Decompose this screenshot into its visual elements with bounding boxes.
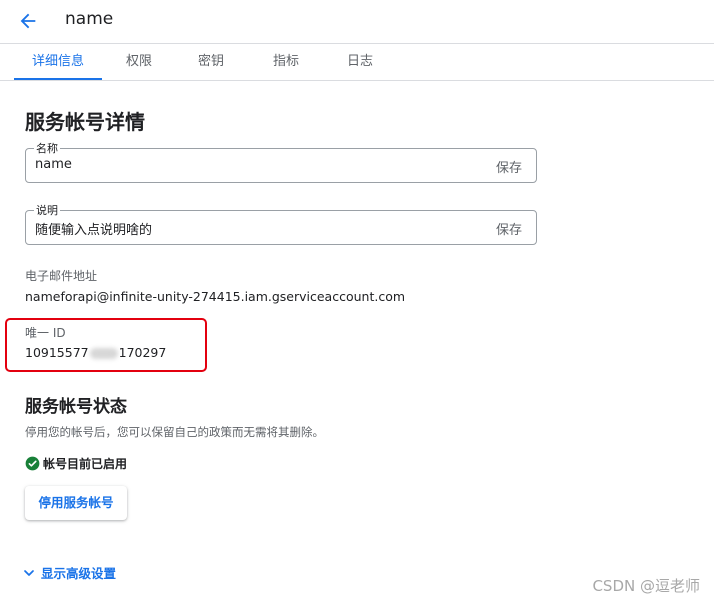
email-label: 电子邮件地址	[25, 269, 98, 283]
tab-metrics[interactable]: 指标	[262, 44, 310, 80]
disable-account-button[interactable]: 停用服务帐号	[25, 486, 127, 520]
back-button[interactable]	[14, 8, 42, 34]
account-status-text: 帐号目前已启用	[43, 457, 128, 471]
app-header: name	[0, 0, 714, 44]
tab-details[interactable]: 详细信息	[14, 44, 102, 80]
tab-bar: 详细信息 权限 密钥 指标 日志	[0, 44, 714, 81]
show-advanced-settings-link[interactable]: 显示高级设置	[21, 563, 116, 582]
page-title: name	[65, 9, 114, 29]
account-status: 帐号目前已启用	[25, 455, 127, 472]
description-field-label: 说明	[34, 202, 60, 218]
show-advanced-settings-label: 显示高级设置	[41, 566, 117, 581]
watermark: CSDN @逗老师	[592, 577, 700, 595]
check-circle-icon	[25, 456, 40, 471]
status-heading: 服务帐号状态	[25, 397, 127, 417]
description-field[interactable]: 说明 随便输入点说明啥的 保存	[25, 202, 537, 245]
name-save-button[interactable]: 保存	[496, 157, 522, 176]
highlight-annotation-box	[5, 318, 207, 372]
status-description: 停用您的帐号后，您可以保留自己的政策而无需将其删除。	[25, 425, 324, 439]
name-field-label: 名称	[34, 140, 60, 156]
arrow-back-icon	[20, 13, 36, 29]
description-save-button[interactable]: 保存	[496, 219, 522, 238]
tab-keys[interactable]: 密钥	[187, 44, 235, 80]
email-value: nameforapi@infinite-unity-274415.iam.gse…	[25, 289, 406, 304]
tab-logs[interactable]: 日志	[336, 44, 384, 80]
description-field-value[interactable]: 随便输入点说明啥的	[35, 219, 152, 238]
tab-permissions[interactable]: 权限	[115, 44, 163, 80]
name-field-value[interactable]: name	[35, 157, 72, 172]
details-heading: 服务帐号详情	[25, 110, 145, 134]
chevron-down-icon	[24, 570, 34, 576]
name-field[interactable]: 名称 name 保存	[25, 140, 537, 183]
